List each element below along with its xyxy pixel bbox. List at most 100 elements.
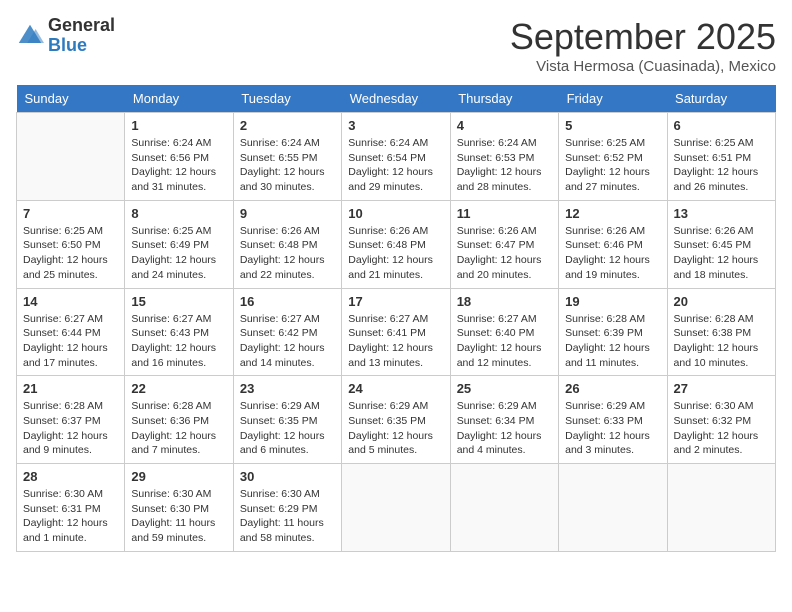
calendar-cell: 1 Sunrise: 6:24 AM Sunset: 6:56 PM Daylig… — [125, 113, 233, 201]
day-number: 29 — [131, 469, 226, 484]
day-info: Sunrise: 6:26 AM Sunset: 6:46 PM Dayligh… — [565, 224, 660, 283]
day-info: Sunrise: 6:24 AM Sunset: 6:55 PM Dayligh… — [240, 136, 335, 195]
header-cell-wednesday: Wednesday — [342, 85, 450, 113]
day-number: 12 — [565, 206, 660, 221]
calendar-cell — [342, 464, 450, 552]
header: General Blue September 2025 Vista Hermos… — [16, 16, 776, 75]
day-info: Sunrise: 6:26 AM Sunset: 6:47 PM Dayligh… — [457, 224, 552, 283]
day-info: Sunrise: 6:29 AM Sunset: 6:33 PM Dayligh… — [565, 399, 660, 458]
header-row: SundayMondayTuesdayWednesdayThursdayFrid… — [17, 85, 776, 113]
day-info: Sunrise: 6:30 AM Sunset: 6:31 PM Dayligh… — [23, 487, 118, 546]
day-number: 30 — [240, 469, 335, 484]
calendar-cell: 14 Sunrise: 6:27 AM Sunset: 6:44 PM Dayli… — [17, 288, 125, 376]
calendar-cell: 13 Sunrise: 6:26 AM Sunset: 6:45 PM Dayli… — [667, 200, 775, 288]
day-number: 4 — [457, 118, 552, 133]
day-number: 10 — [348, 206, 443, 221]
calendar-cell: 29Sunrise: 6:30 AM Sunset: 6:30 PM Dayli… — [125, 464, 233, 552]
calendar-cell — [559, 464, 667, 552]
day-info: Sunrise: 6:28 AM Sunset: 6:37 PM Dayligh… — [23, 399, 118, 458]
calendar-cell: 18 Sunrise: 6:27 AM Sunset: 6:40 PM Dayli… — [450, 288, 558, 376]
calendar-cell: 8 Sunrise: 6:25 AM Sunset: 6:49 PM Daylig… — [125, 200, 233, 288]
day-info: Sunrise: 6:30 AM Sunset: 6:32 PM Dayligh… — [674, 399, 769, 458]
day-info: Sunrise: 6:28 AM Sunset: 6:36 PM Dayligh… — [131, 399, 226, 458]
month-title: September 2025 — [510, 16, 776, 58]
calendar-table: SundayMondayTuesdayWednesdayThursdayFrid… — [16, 85, 776, 552]
day-info: Sunrise: 6:26 AM Sunset: 6:48 PM Dayligh… — [240, 224, 335, 283]
day-number: 14 — [23, 294, 118, 309]
calendar-cell: 25 Sunrise: 6:29 AM Sunset: 6:34 PM Dayli… — [450, 376, 558, 464]
calendar-cell: 16Sunrise: 6:27 AM Sunset: 6:42 PM Dayli… — [233, 288, 341, 376]
calendar-cell: 23Sunrise: 6:29 AM Sunset: 6:35 PM Dayli… — [233, 376, 341, 464]
day-info: Sunrise: 6:30 AM Sunset: 6:29 PM Dayligh… — [240, 487, 335, 546]
calendar-cell: 3Sunrise: 6:24 AM Sunset: 6:54 PM Daylig… — [342, 113, 450, 201]
header-cell-tuesday: Tuesday — [233, 85, 341, 113]
calendar-cell: 15 Sunrise: 6:27 AM Sunset: 6:43 PM Dayli… — [125, 288, 233, 376]
calendar-cell: 30 Sunrise: 6:30 AM Sunset: 6:29 PM Dayli… — [233, 464, 341, 552]
day-number: 2 — [240, 118, 335, 133]
header-cell-thursday: Thursday — [450, 85, 558, 113]
day-number: 24 — [348, 381, 443, 396]
calendar-cell: 26 Sunrise: 6:29 AM Sunset: 6:33 PM Dayli… — [559, 376, 667, 464]
day-number: 21 — [23, 381, 118, 396]
calendar-cell: 19 Sunrise: 6:28 AM Sunset: 6:39 PM Dayli… — [559, 288, 667, 376]
subtitle: Vista Hermosa (Cuasinada), Mexico — [510, 58, 776, 75]
day-info: Sunrise: 6:27 AM Sunset: 6:43 PM Dayligh… — [131, 312, 226, 371]
week-row-3: 21 Sunrise: 6:28 AM Sunset: 6:37 PM Dayli… — [17, 376, 776, 464]
calendar-cell: 5 Sunrise: 6:25 AM Sunset: 6:52 PM Daylig… — [559, 113, 667, 201]
day-number: 18 — [457, 294, 552, 309]
day-info: Sunrise: 6:25 AM Sunset: 6:50 PM Dayligh… — [23, 224, 118, 283]
day-number: 28 — [23, 469, 118, 484]
calendar-cell: 10 Sunrise: 6:26 AM Sunset: 6:48 PM Dayli… — [342, 200, 450, 288]
day-info: Sunrise: 6:26 AM Sunset: 6:45 PM Dayligh… — [674, 224, 769, 283]
calendar-cell — [17, 113, 125, 201]
day-info: Sunrise: 6:29 AM Sunset: 6:34 PM Dayligh… — [457, 399, 552, 458]
day-number: 16 — [240, 294, 335, 309]
day-number: 22 — [131, 381, 226, 396]
day-number: 15 — [131, 294, 226, 309]
week-row-4: 28 Sunrise: 6:30 AM Sunset: 6:31 PM Dayli… — [17, 464, 776, 552]
logo-blue-label: Blue — [48, 36, 115, 56]
day-info: Sunrise: 6:24 AM Sunset: 6:56 PM Dayligh… — [131, 136, 226, 195]
logo-icon — [16, 22, 44, 50]
day-info: Sunrise: 6:25 AM Sunset: 6:51 PM Dayligh… — [674, 136, 769, 195]
calendar-cell: 17Sunrise: 6:27 AM Sunset: 6:41 PM Dayli… — [342, 288, 450, 376]
logo: General Blue — [16, 16, 115, 56]
calendar-header: SundayMondayTuesdayWednesdayThursdayFrid… — [17, 85, 776, 113]
calendar-cell: 27 Sunrise: 6:30 AM Sunset: 6:32 PM Dayli… — [667, 376, 775, 464]
calendar-cell: 11 Sunrise: 6:26 AM Sunset: 6:47 PM Dayli… — [450, 200, 558, 288]
day-number: 8 — [131, 206, 226, 221]
header-cell-monday: Monday — [125, 85, 233, 113]
day-info: Sunrise: 6:29 AM Sunset: 6:35 PM Dayligh… — [348, 399, 443, 458]
header-cell-saturday: Saturday — [667, 85, 775, 113]
day-number: 5 — [565, 118, 660, 133]
calendar-cell: 9 Sunrise: 6:26 AM Sunset: 6:48 PM Daylig… — [233, 200, 341, 288]
day-number: 9 — [240, 206, 335, 221]
day-info: Sunrise: 6:24 AM Sunset: 6:54 PM Dayligh… — [348, 136, 443, 195]
week-row-1: 7Sunrise: 6:25 AM Sunset: 6:50 PM Daylig… — [17, 200, 776, 288]
calendar-cell: 6 Sunrise: 6:25 AM Sunset: 6:51 PM Daylig… — [667, 113, 775, 201]
day-info: Sunrise: 6:27 AM Sunset: 6:40 PM Dayligh… — [457, 312, 552, 371]
day-info: Sunrise: 6:25 AM Sunset: 6:52 PM Dayligh… — [565, 136, 660, 195]
day-number: 27 — [674, 381, 769, 396]
day-info: Sunrise: 6:28 AM Sunset: 6:38 PM Dayligh… — [674, 312, 769, 371]
week-row-0: 1 Sunrise: 6:24 AM Sunset: 6:56 PM Daylig… — [17, 113, 776, 201]
day-number: 25 — [457, 381, 552, 396]
day-number: 13 — [674, 206, 769, 221]
day-info: Sunrise: 6:25 AM Sunset: 6:49 PM Dayligh… — [131, 224, 226, 283]
calendar-cell: 2 Sunrise: 6:24 AM Sunset: 6:55 PM Daylig… — [233, 113, 341, 201]
day-number: 1 — [131, 118, 226, 133]
day-info: Sunrise: 6:27 AM Sunset: 6:44 PM Dayligh… — [23, 312, 118, 371]
day-number: 11 — [457, 206, 552, 221]
day-number: 26 — [565, 381, 660, 396]
header-cell-sunday: Sunday — [17, 85, 125, 113]
calendar-cell: 20Sunrise: 6:28 AM Sunset: 6:38 PM Dayli… — [667, 288, 775, 376]
day-number: 6 — [674, 118, 769, 133]
calendar-cell: 4Sunrise: 6:24 AM Sunset: 6:53 PM Daylig… — [450, 113, 558, 201]
day-info: Sunrise: 6:28 AM Sunset: 6:39 PM Dayligh… — [565, 312, 660, 371]
calendar-cell: 28 Sunrise: 6:30 AM Sunset: 6:31 PM Dayli… — [17, 464, 125, 552]
logo-text: General Blue — [48, 16, 115, 56]
calendar-cell — [450, 464, 558, 552]
day-number: 19 — [565, 294, 660, 309]
day-info: Sunrise: 6:26 AM Sunset: 6:48 PM Dayligh… — [348, 224, 443, 283]
calendar-body: 1 Sunrise: 6:24 AM Sunset: 6:56 PM Daylig… — [17, 113, 776, 552]
